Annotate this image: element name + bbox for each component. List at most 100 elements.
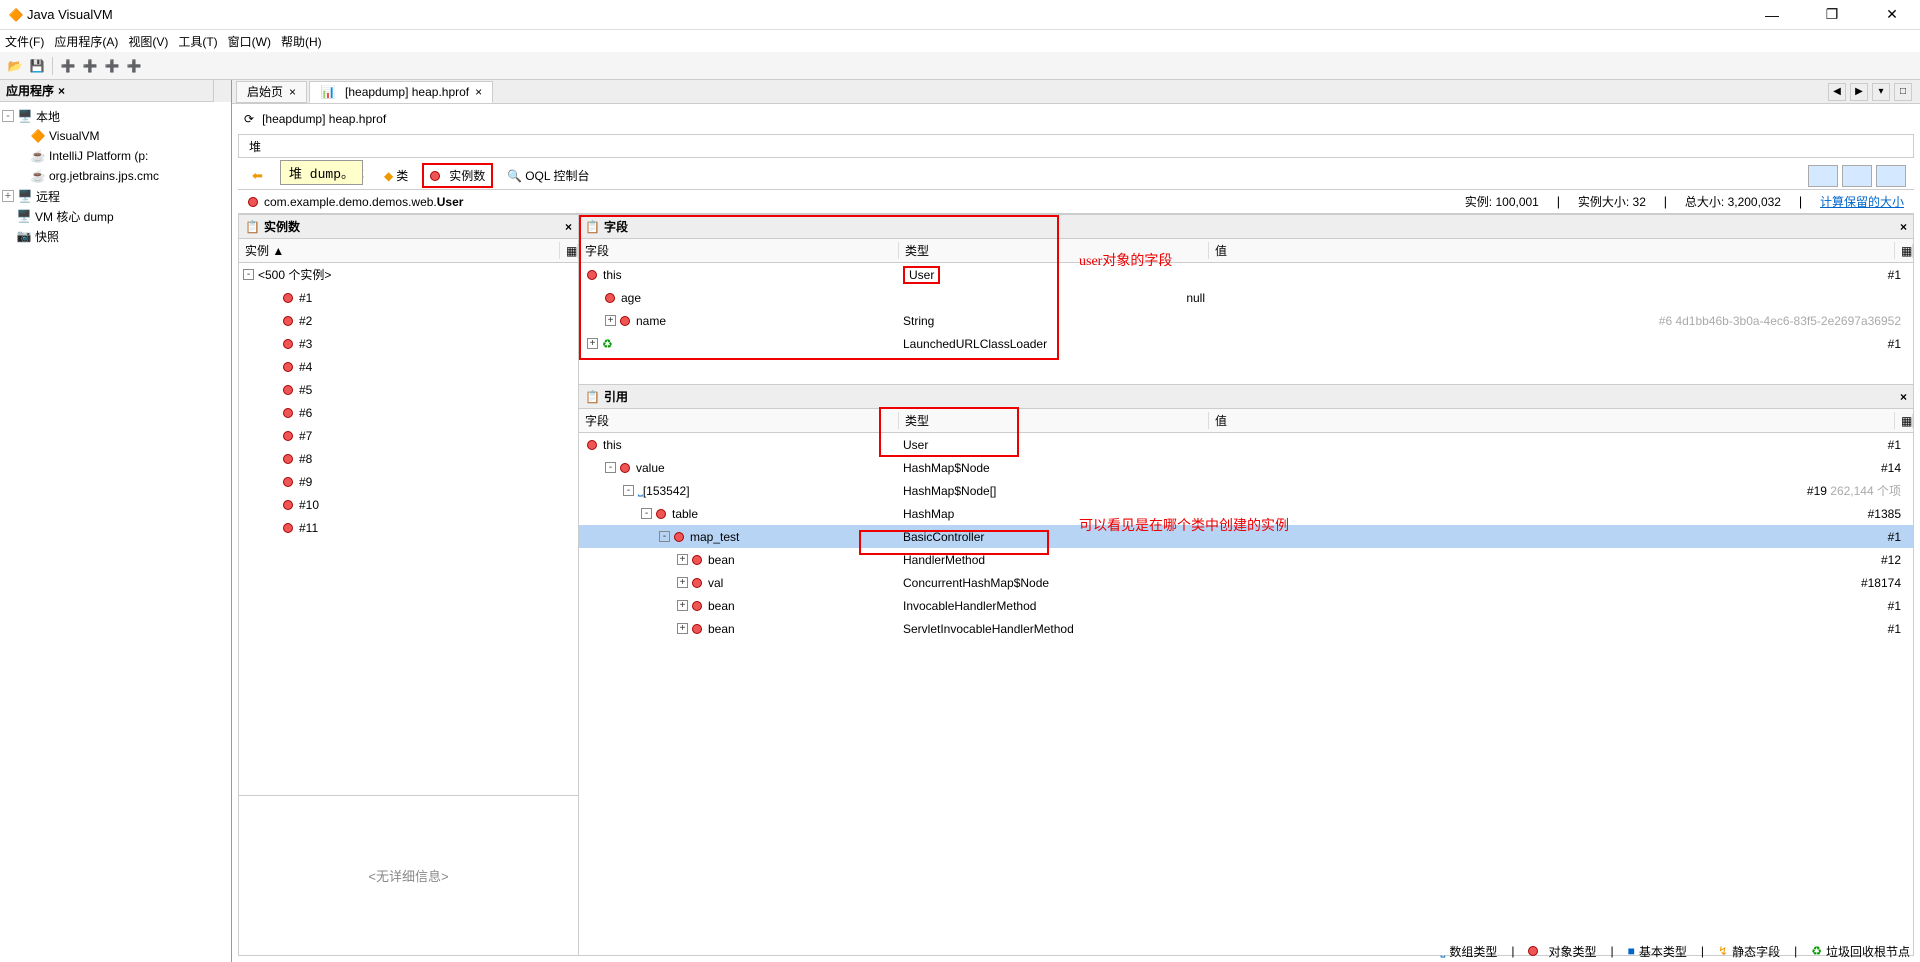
- save-icon[interactable]: 💾: [27, 56, 47, 76]
- tab-list-icon[interactable]: ▾: [1872, 83, 1890, 101]
- subtab-heap[interactable]: 堆: [243, 138, 267, 155]
- nav-back-button[interactable]: ⬅: [246, 166, 269, 186]
- compute-retained-link[interactable]: 计算保留的大小: [1820, 195, 1904, 209]
- toolbar-icon-3[interactable]: [1876, 165, 1906, 187]
- instance-row[interactable]: #7: [239, 424, 578, 447]
- menu-file[interactable]: 文件(F): [5, 33, 44, 50]
- close-button[interactable]: ✕: [1877, 5, 1907, 25]
- maximize-button[interactable]: ❐: [1817, 5, 1847, 25]
- col-value[interactable]: 值: [1209, 412, 1895, 429]
- window-title: Java VisualVM: [27, 7, 1757, 22]
- tab-prev-icon[interactable]: ◀: [1828, 83, 1846, 101]
- ref-row[interactable]: + beanServletInvocableHandlerMethod#1: [579, 617, 1913, 640]
- app-icon: 🔶: [8, 7, 24, 23]
- field-row[interactable]: + nameString#6 4d1bb46b-3b0a-4ec6-83f5-2…: [579, 309, 1913, 332]
- tree-intellij[interactable]: ☕IntelliJ Platform (p:: [2, 146, 229, 166]
- menu-app[interactable]: 应用程序(A): [54, 33, 118, 50]
- legend-array: ⎵数组类型: [1441, 943, 1498, 960]
- field-row[interactable]: thisUser#1: [579, 263, 1913, 286]
- instance-row[interactable]: #8: [239, 447, 578, 470]
- instance-row[interactable]: #1: [239, 286, 578, 309]
- instance-group[interactable]: -<500 个实例>: [239, 263, 578, 286]
- doc-title: [heapdump] heap.hprof: [262, 112, 386, 126]
- ref-row[interactable]: thisUser#1: [579, 433, 1913, 456]
- sidebar-collapse[interactable]: [213, 80, 231, 102]
- open-icon[interactable]: 📂: [5, 56, 25, 76]
- instance-row[interactable]: #9: [239, 470, 578, 493]
- instance-row[interactable]: #5: [239, 378, 578, 401]
- pane-close-icon[interactable]: ×: [1900, 220, 1907, 234]
- col-field[interactable]: 字段: [579, 242, 899, 259]
- pane-close-icon[interactable]: ×: [1900, 390, 1907, 404]
- pane-close-icon[interactable]: ×: [565, 220, 572, 234]
- sidebar-close-icon[interactable]: ×: [58, 84, 65, 98]
- field-row[interactable]: +♻ LaunchedURLClassLoader#1: [579, 332, 1913, 355]
- col-field[interactable]: 字段: [579, 412, 899, 429]
- tab-max-icon[interactable]: □: [1894, 83, 1912, 101]
- col-value[interactable]: 值: [1209, 242, 1895, 259]
- legend-primitive: ■基本类型: [1628, 943, 1687, 960]
- fields-pane-title: 字段: [604, 218, 628, 235]
- tooltip: 堆 dump。: [280, 160, 363, 185]
- toolbar-icon-1[interactable]: [1808, 165, 1838, 187]
- minimize-button[interactable]: —: [1757, 5, 1787, 25]
- legend-gcroot: ♻垃圾回收根节点: [1811, 943, 1910, 960]
- tree-jetbrains[interactable]: ☕org.jetbrains.jps.cmc: [2, 166, 229, 186]
- instance-row[interactable]: #4: [239, 355, 578, 378]
- refresh-icon[interactable]: ⟳: [244, 112, 254, 126]
- instance-row[interactable]: #11: [239, 516, 578, 539]
- breadcrumb-pkg: com.example.demo.demos.web.: [264, 195, 437, 209]
- ref-row[interactable]: + valConcurrentHashMap$Node#18174: [579, 571, 1913, 594]
- annotation-refs: 可以看见是在哪个类中创建的实例: [1079, 515, 1289, 535]
- tab-close-icon[interactable]: ×: [289, 85, 296, 99]
- instance-row[interactable]: #2: [239, 309, 578, 332]
- legend-static: ↯静态字段: [1718, 943, 1780, 960]
- tree-vmcore[interactable]: 🖥️VM 核心 dump: [2, 206, 229, 226]
- col-menu-icon[interactable]: ▦: [1895, 414, 1913, 428]
- instances-pane-icon: 📋: [245, 220, 260, 234]
- ref-row[interactable]: + beanInvocableHandlerMethod#1: [579, 594, 1913, 617]
- stat-instances: 实例: 100,001: [1465, 195, 1539, 209]
- ref-row[interactable]: - valueHashMap$Node#14: [579, 456, 1913, 479]
- col-type[interactable]: 类型: [899, 412, 1209, 429]
- addlocal-icon[interactable]: ➕: [58, 56, 78, 76]
- menu-window[interactable]: 窗口(W): [228, 33, 271, 50]
- tab-next-icon[interactable]: ▶: [1850, 83, 1868, 101]
- tab-close-icon[interactable]: ×: [475, 85, 482, 99]
- instances-button[interactable]: 实例数: [422, 163, 493, 188]
- col-menu-icon[interactable]: ▦: [560, 244, 578, 258]
- col-instance[interactable]: 实例 ▲: [239, 242, 560, 259]
- classes-button[interactable]: ◆类: [378, 165, 414, 186]
- ref-row[interactable]: -⎵ [153542]HashMap$Node[]#19 262,144 个项: [579, 479, 1913, 502]
- breadcrumb-class: User: [437, 195, 464, 209]
- instances-pane-title: 实例数: [264, 218, 300, 235]
- class-icon: [248, 197, 258, 207]
- ref-row[interactable]: + beanHandlerMethod#12: [579, 548, 1913, 571]
- tree-snapshot[interactable]: 📷快照: [2, 226, 229, 246]
- annotation-fields: user对象的字段: [1079, 250, 1172, 270]
- addjmx-icon[interactable]: ➕: [102, 56, 122, 76]
- toolbar-icon-2[interactable]: [1842, 165, 1872, 187]
- refs-pane-icon: 📋: [585, 390, 600, 404]
- fields-pane-icon: 📋: [585, 220, 600, 234]
- tree-visualvm[interactable]: 🔶VisualVM: [2, 126, 229, 146]
- tab-heapdump[interactable]: 📊[heapdump] heap.hprof×: [309, 81, 493, 103]
- oql-button[interactable]: 🔍OQL 控制台: [501, 165, 595, 186]
- instance-row[interactable]: #6: [239, 401, 578, 424]
- sidebar-tab-label[interactable]: 应用程序: [6, 82, 54, 99]
- tab-start[interactable]: 启始页×: [236, 81, 307, 103]
- field-row[interactable]: agenull: [579, 286, 1913, 309]
- col-menu-icon[interactable]: ▦: [1895, 244, 1913, 258]
- menu-tools[interactable]: 工具(T): [178, 33, 217, 50]
- addremote-icon[interactable]: ➕: [80, 56, 100, 76]
- legend-object: 对象类型: [1528, 943, 1596, 960]
- no-detail-label: <无详细信息>: [239, 795, 578, 955]
- instance-row[interactable]: #3: [239, 332, 578, 355]
- menu-help[interactable]: 帮助(H): [281, 33, 322, 50]
- instance-row[interactable]: #10: [239, 493, 578, 516]
- tree-local[interactable]: -🖥️本地: [2, 106, 229, 126]
- tree-remote[interactable]: +🖥️远程: [2, 186, 229, 206]
- addcore-icon[interactable]: ➕: [124, 56, 144, 76]
- menu-view[interactable]: 视图(V): [128, 33, 168, 50]
- stat-totalsize: 总大小: 3,200,032: [1685, 195, 1781, 209]
